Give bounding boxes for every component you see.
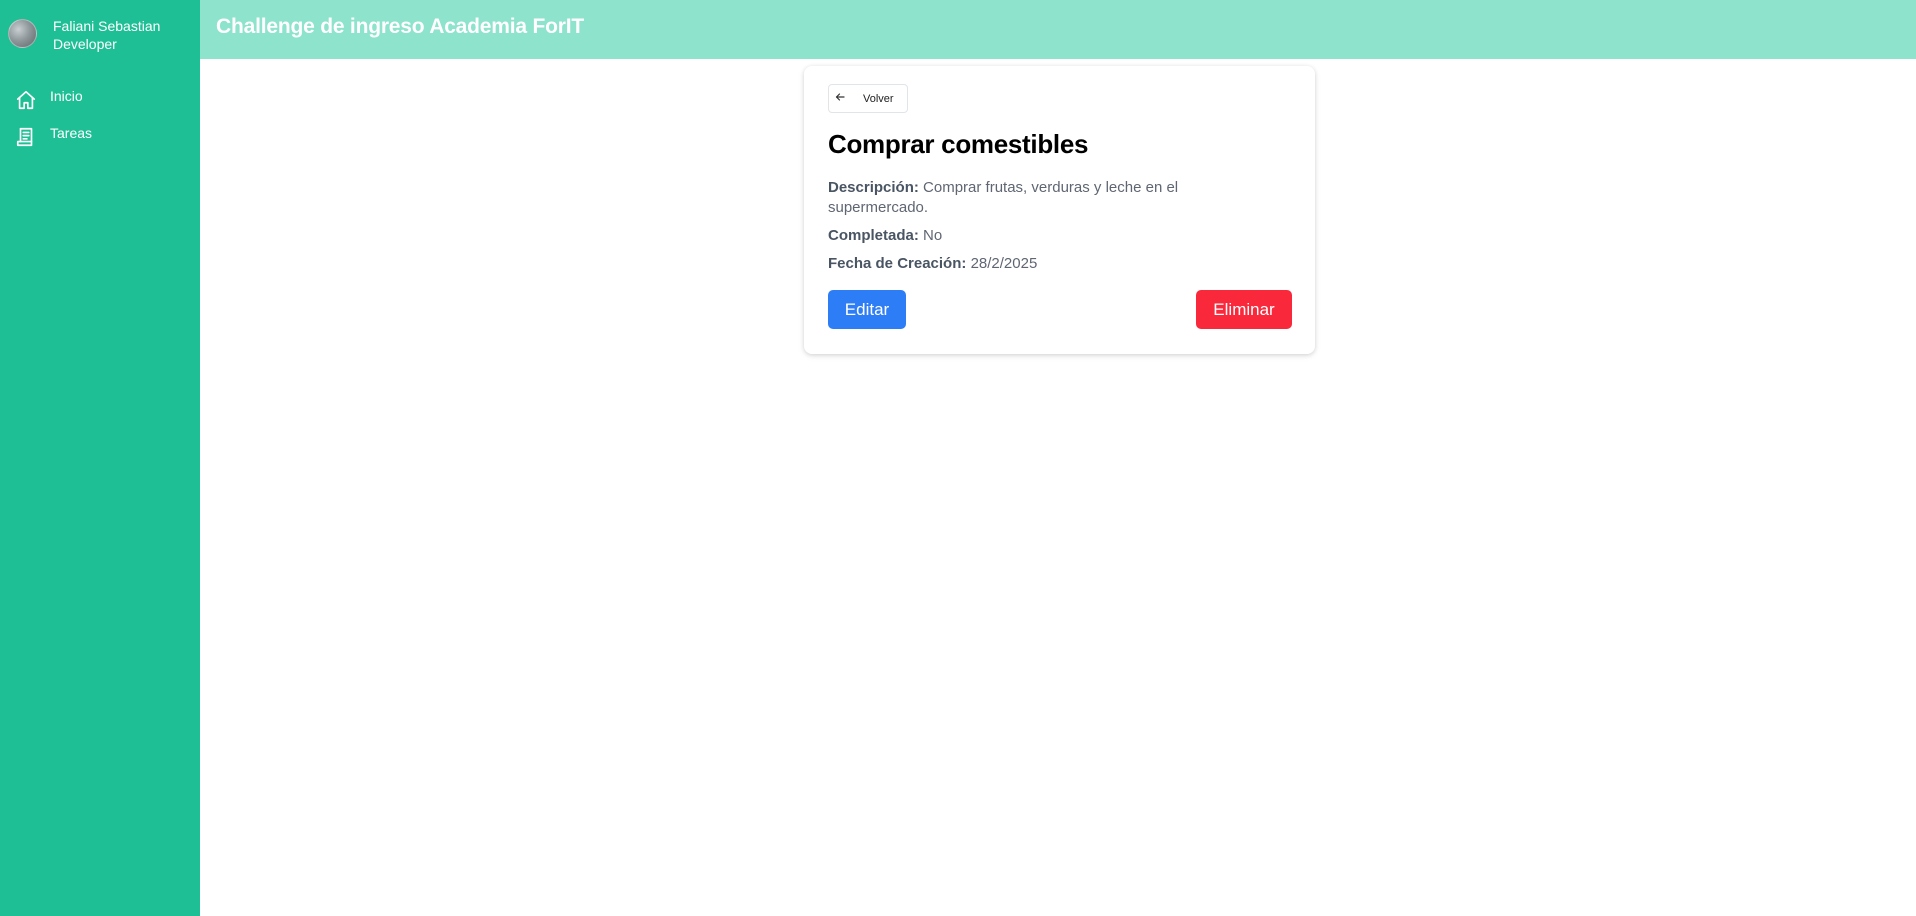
sidebar: Faliani Sebastian Developer Inicio Tarea…: [0, 0, 200, 916]
arrow-left-icon: [835, 92, 847, 105]
user-profile: Faliani Sebastian Developer: [8, 17, 160, 53]
edit-button[interactable]: Editar: [828, 290, 906, 329]
sidebar-item-label: Inicio: [50, 88, 83, 104]
sidebar-item-tareas[interactable]: Tareas: [14, 125, 194, 149]
back-button-label: Volver: [863, 92, 894, 105]
created-label: Fecha de Creación:: [828, 255, 967, 272]
description-label: Descripción:: [828, 179, 919, 196]
completed-label: Completada:: [828, 227, 919, 244]
task-description: Descripción: Comprar frutas, verduras y …: [828, 178, 1208, 218]
task-completed: Completada: No: [828, 226, 1208, 246]
completed-value: No: [923, 227, 943, 244]
page-title: Challenge de ingreso Academia ForIT: [216, 15, 584, 38]
profile-info: Faliani Sebastian Developer: [53, 17, 160, 53]
user-role: Developer: [53, 36, 117, 52]
user-name: Faliani Sebastian: [53, 18, 161, 34]
task-title: Comprar comestibles: [828, 129, 1089, 159]
delete-button[interactable]: Eliminar: [1196, 290, 1292, 329]
avatar: [8, 19, 37, 48]
top-header: Challenge de ingreso Academia ForIT: [200, 0, 1916, 59]
app-root: Faliani Sebastian Developer Inicio Tarea…: [0, 0, 1916, 916]
home-icon: [14, 88, 38, 112]
sidebar-nav: Inicio Tareas: [14, 88, 194, 162]
document-icon: [14, 125, 38, 149]
task-created-date: Fecha de Creación: 28/2/2025: [828, 254, 1208, 274]
created-value: 28/2/2025: [970, 255, 1038, 272]
sidebar-item-label: Tareas: [50, 125, 93, 141]
back-button[interactable]: Volver: [828, 84, 908, 113]
sidebar-item-inicio[interactable]: Inicio: [14, 88, 194, 112]
task-detail-card: Volver Comprar comestibles Descripción: …: [804, 66, 1315, 354]
